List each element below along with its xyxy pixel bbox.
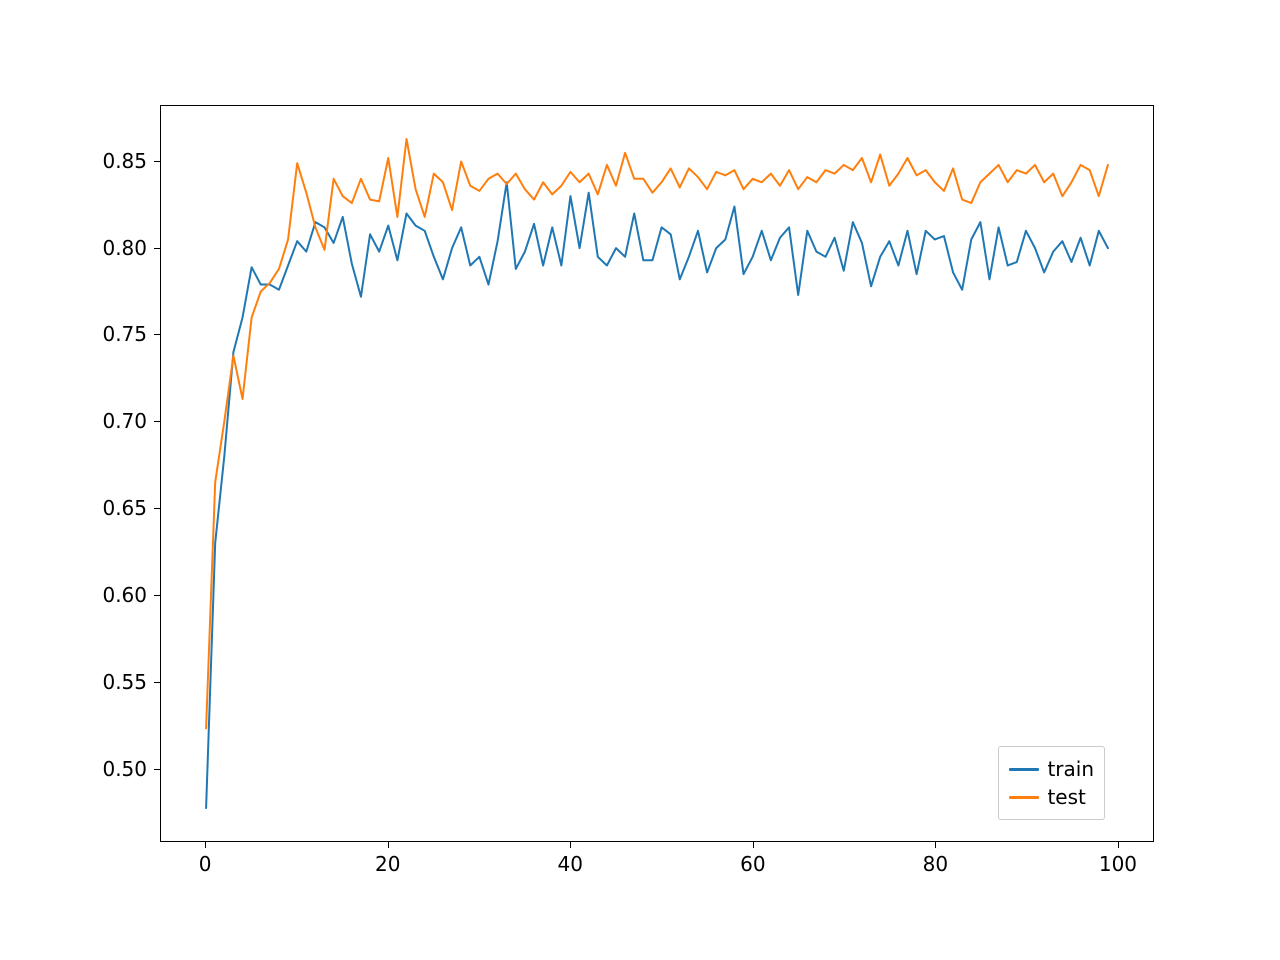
legend-label-train: train — [1047, 757, 1094, 781]
xtick-label: 40 — [558, 852, 583, 876]
xtick-mark — [388, 842, 389, 848]
line-test — [206, 139, 1108, 728]
ytick-label: 0.70 — [102, 409, 147, 433]
legend-swatch-test — [1009, 796, 1039, 799]
ytick-mark — [154, 508, 160, 509]
legend-item-train: train — [1009, 755, 1094, 783]
xtick-mark — [753, 842, 754, 848]
axes — [160, 105, 1154, 842]
ytick-mark — [154, 334, 160, 335]
ytick-label: 0.65 — [102, 496, 147, 520]
ytick-mark — [154, 421, 160, 422]
ytick-label: 0.50 — [102, 757, 147, 781]
xtick-mark — [935, 842, 936, 848]
ytick-label: 0.75 — [102, 322, 147, 346]
ytick-label: 0.60 — [102, 583, 147, 607]
legend-item-test: test — [1009, 783, 1094, 811]
xtick-label: 80 — [923, 852, 948, 876]
ytick-mark — [154, 595, 160, 596]
line-train — [206, 182, 1108, 808]
xtick-label: 100 — [1099, 852, 1137, 876]
xtick-mark — [205, 842, 206, 848]
figure: train test 0 20 40 60 80 100 0.50 0.55 0.60 0.65 0… — [0, 0, 1280, 960]
ytick-label: 0.55 — [102, 670, 147, 694]
xtick-mark — [570, 842, 571, 848]
legend: train test — [998, 746, 1105, 820]
ytick-mark — [154, 682, 160, 683]
ytick-mark — [154, 248, 160, 249]
legend-swatch-train — [1009, 768, 1039, 771]
plot-svg — [161, 106, 1153, 841]
ytick-label: 0.85 — [102, 149, 147, 173]
ytick-mark — [154, 769, 160, 770]
ytick-mark — [154, 161, 160, 162]
xtick-mark — [1118, 842, 1119, 848]
xtick-label: 20 — [375, 852, 400, 876]
legend-label-test: test — [1047, 785, 1085, 809]
xtick-label: 60 — [740, 852, 765, 876]
ytick-label: 0.80 — [102, 236, 147, 260]
xtick-label: 0 — [199, 852, 212, 876]
